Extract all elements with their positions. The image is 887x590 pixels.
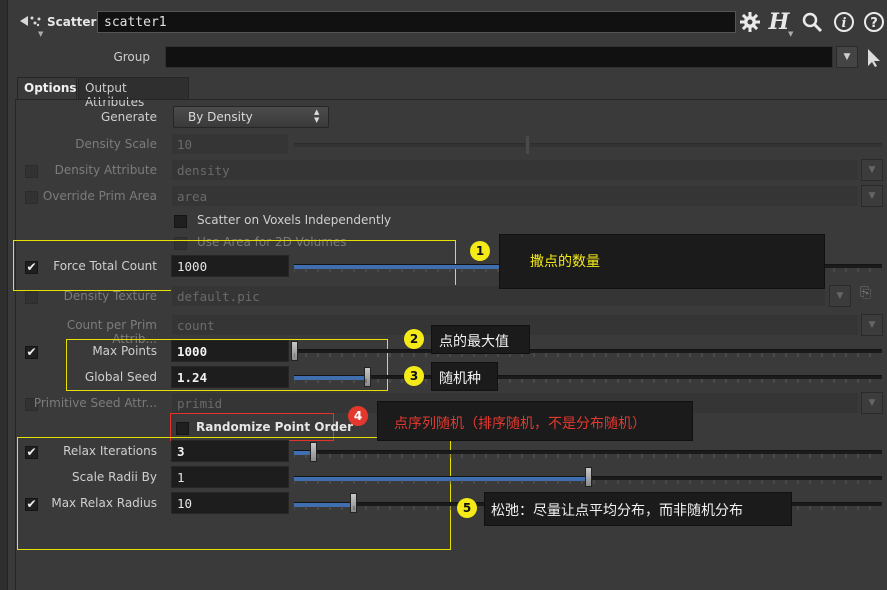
global-seed-label: Global Seed — [84, 370, 157, 384]
scale-radii-label: Scale Radii By — [72, 470, 157, 484]
max-relax-radius-field[interactable]: 10 — [171, 492, 289, 514]
override-prim-area-label: Override Prim Area — [42, 189, 157, 203]
annotation-text-4: 点序列随机（排序随机，不是分布随机） — [394, 416, 646, 432]
annotation-badge-5: 5 — [457, 498, 477, 518]
density-scale-field[interactable]: 10 — [171, 133, 289, 155]
annotation-text-2: 点的最大值 — [439, 334, 509, 350]
max-points-field[interactable]: 1000 — [171, 340, 289, 362]
density-attribute-label: Density Attribute — [54, 163, 157, 177]
force-total-count-field[interactable]: 1000 — [171, 255, 289, 277]
global-seed-field[interactable]: 1.24 — [171, 366, 289, 388]
relax-iterations-field[interactable]: 3 — [171, 440, 289, 462]
annotation-text-5: 松弛：尽量让点平均分布，而非随机分布 — [491, 503, 743, 519]
randomize-point-order-checkbox[interactable] — [176, 422, 189, 435]
scatter-node-icon[interactable] — [18, 14, 42, 28]
force-total-count-checkbox[interactable]: ✔ — [25, 261, 38, 274]
annotation-badge-2: 2 — [404, 329, 424, 349]
annotation-text-1: 撒点的数量 — [530, 254, 600, 270]
primitive-seed-label: Primitive Seed Attr... — [33, 396, 157, 410]
left-gutter — [0, 0, 8, 590]
relax-iterations-label: Relax Iterations — [63, 444, 157, 458]
annotation-text-3: 随机种 — [439, 371, 481, 387]
max-points-checkbox[interactable]: ✔ — [25, 346, 38, 359]
node-menu-chevron-icon[interactable]: ▼ — [38, 30, 43, 38]
annotation-badge-4: 4 — [348, 406, 368, 426]
override-prim-area-checkbox[interactable] — [25, 191, 38, 204]
annotation-badge-3: 3 — [404, 366, 424, 386]
node-type-label: Scatter — [47, 15, 97, 29]
max-points-label: Max Points — [92, 344, 157, 358]
annotation-badge-1: 1 — [470, 241, 490, 261]
relax-iterations-checkbox[interactable]: ✔ — [25, 446, 38, 459]
max-relax-radius-label: Max Relax Radius — [51, 496, 157, 510]
max-relax-radius-checkbox[interactable]: ✔ — [25, 498, 38, 511]
generate-label: Generate — [100, 110, 157, 124]
group-label: Group — [113, 50, 150, 64]
density-scale-label: Density Scale — [75, 137, 157, 151]
density-attribute-checkbox[interactable] — [25, 165, 38, 178]
density-texture-checkbox[interactable] — [25, 291, 38, 304]
scatter-on-voxels-checkbox[interactable] — [174, 215, 187, 228]
density-texture-label: Density Texture — [63, 289, 157, 303]
tab-output-attributes[interactable]: Output Attributes — [78, 77, 189, 109]
force-total-count-label: Force Total Count — [53, 259, 157, 273]
scale-radii-field[interactable]: 1 — [171, 466, 289, 488]
tab-options[interactable]: Options — [17, 77, 77, 99]
